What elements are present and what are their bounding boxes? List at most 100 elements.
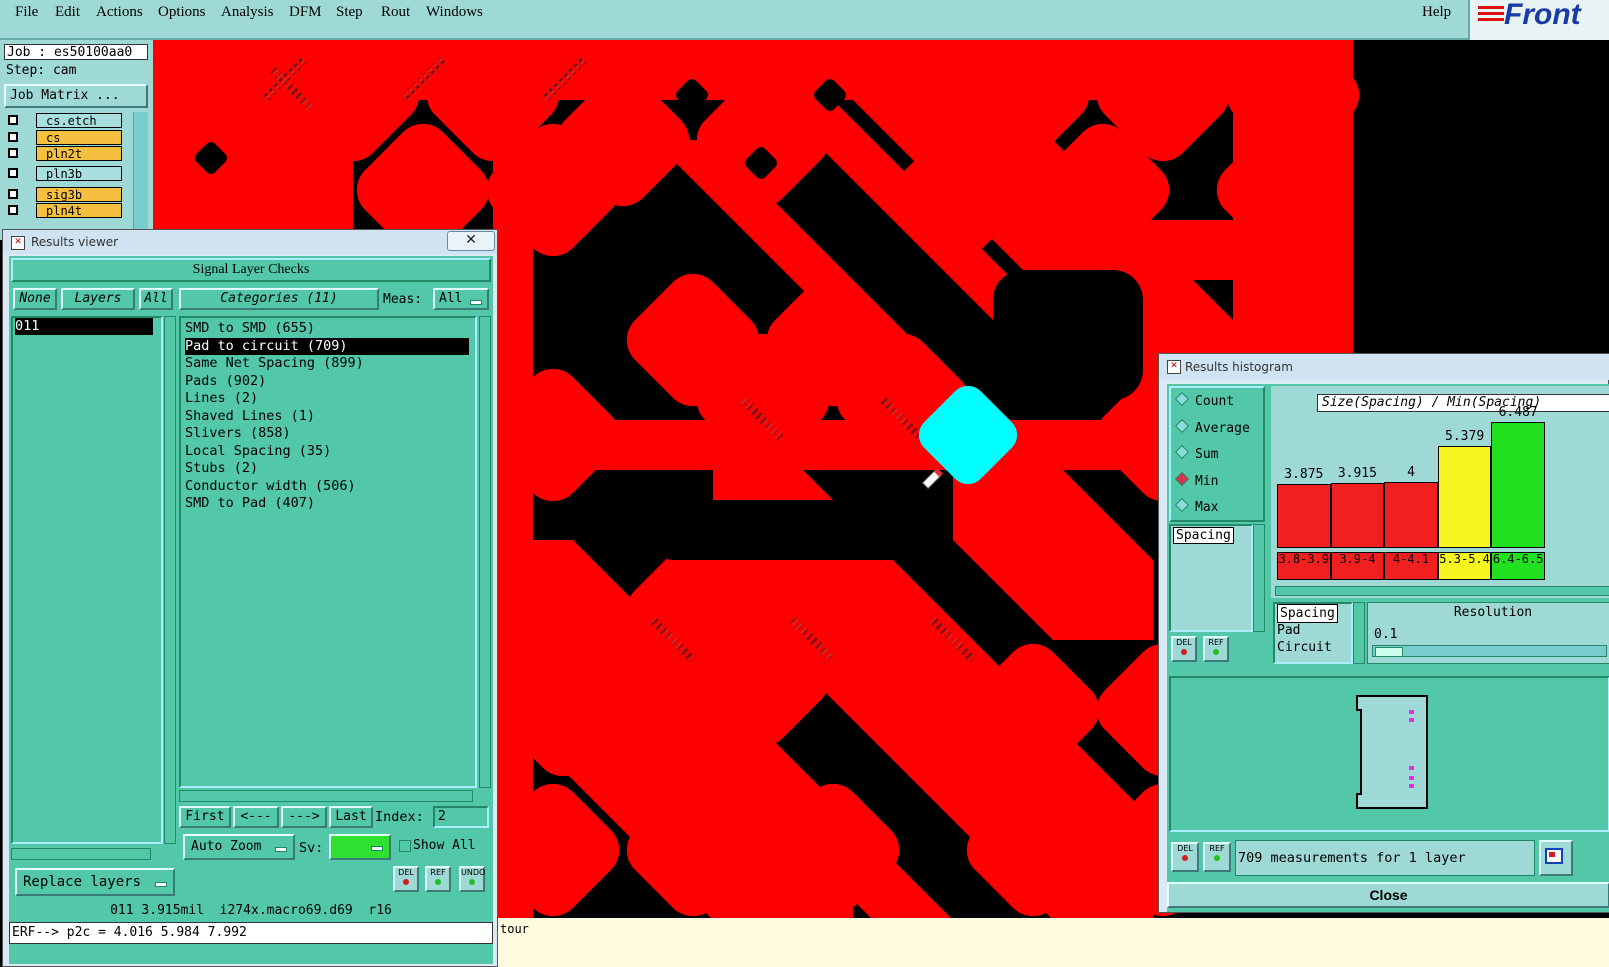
layer-checkbox[interactable] [8,189,18,199]
categories-scrollbar-v[interactable] [479,316,491,788]
attribute-item[interactable]: Pad [1277,622,1300,639]
export-icon[interactable] [1539,840,1573,876]
mode-radio-min[interactable]: Min [1174,471,1218,489]
layer-checkbox[interactable] [8,168,18,178]
all-layers-button[interactable]: All [139,288,173,310]
category-item[interactable]: Lines (2) [185,390,258,407]
menu-step[interactable]: Step [336,4,363,21]
layer-list-scrollbar[interactable] [133,112,148,242]
layer-row[interactable]: sig3b [6,187,122,203]
layer-row[interactable]: pln4t [6,203,122,219]
del-button[interactable]: DEL [393,866,419,892]
radio-diamond-icon [1174,471,1190,486]
layer-row[interactable]: pln2t [6,146,122,162]
layer-checkbox[interactable] [8,132,18,142]
histogram-bar[interactable] [1384,481,1438,548]
show-all-checkbox[interactable] [399,840,411,852]
bin-label[interactable]: 4-4.1 [1384,552,1438,580]
category-item[interactable]: Local Spacing (35) [185,443,331,460]
sv-color-dropdown[interactable] [329,834,391,860]
categories-button[interactable]: Categories (11) [179,288,379,310]
hist-ref-button[interactable]: REF [1203,636,1229,662]
meas-dropdown[interactable]: All [433,288,489,310]
radio-diamond-icon [1174,444,1190,460]
last-button[interactable]: Last [329,806,373,828]
none-button[interactable]: None [13,288,57,310]
layer-checkbox[interactable] [8,148,18,158]
category-item[interactable]: Shaved Lines (1) [185,408,315,425]
histogram-bar[interactable] [1437,446,1492,548]
layer-checkbox[interactable] [8,115,18,125]
bin-label[interactable]: 3.9-4 [1330,552,1385,580]
histogram-bar[interactable] [1330,483,1385,548]
layer-row[interactable]: pln3b [6,166,122,182]
undo-button[interactable]: UNDO [459,866,485,892]
menu-file[interactable]: File [15,4,38,21]
mode-radio-average[interactable]: Average [1174,418,1250,436]
resolution-slider-handle[interactable] [1375,647,1403,657]
bin-label[interactable]: 6.4-6.5 [1491,552,1545,580]
bin-label[interactable]: 5.3-5.4 [1437,552,1492,580]
auto-zoom-dropdown[interactable]: Auto Zoom [183,834,295,860]
category-item[interactable]: SMD to Pad (407) [185,495,315,512]
measurement-marker-icon [921,467,944,490]
category-item[interactable]: Slivers (858) [185,425,291,442]
category-item[interactable]: Pads (902) [185,373,266,390]
histogram-bar[interactable] [1277,484,1331,548]
menu-windows[interactable]: Windows [426,4,483,21]
menu-actions[interactable]: Actions [96,4,143,21]
menu-analysis[interactable]: Analysis [221,4,274,21]
histogram-titlebar[interactable]: ✕ Results histogram [1159,354,1609,380]
category-item[interactable]: Same Net Spacing (899) [185,355,364,372]
mode-label: Count [1195,394,1235,409]
replace-layers-dropdown[interactable]: Replace layers [15,868,175,896]
mode-radio-max[interactable]: Max [1174,497,1218,515]
layer-list-scrollbar-v[interactable] [164,316,176,844]
category-item[interactable]: Conductor width (506) [185,478,356,495]
mode-label: Sum [1195,447,1219,462]
spacing-list-scrollbar[interactable] [1253,524,1265,632]
mode-radio-count[interactable]: Count [1174,391,1235,409]
layer-row[interactable]: cs.etch [6,113,122,129]
layer-list-scrollbar-h[interactable] [11,848,151,860]
mode-radio-sum[interactable]: Sum [1174,444,1219,462]
results-viewer-close-icon[interactable]: ✕ [447,231,495,251]
prev-button[interactable]: <--- [233,806,279,828]
results-histogram-window: ✕ Results histogram Count Average Sum Min Ma… [1158,353,1609,913]
spacing-list-item[interactable]: Spacing [1173,527,1234,544]
layer-checkbox[interactable] [8,205,18,215]
del-icon [1182,855,1188,861]
category-item[interactable]: SMD to SMD (655) [185,320,315,337]
resolution-slider[interactable] [1372,645,1607,657]
attribute-item[interactable]: Spacing [1277,604,1338,623]
mode-label: Average [1195,420,1250,436]
bin-label[interactable]: 3.8-3.9 [1277,552,1331,580]
erf-line: ERF--> p2c = 4.016 5.984 7.992 [9,922,493,944]
dropdown-arrow-icon [155,882,167,887]
preview-ref-button[interactable]: REF [1203,842,1231,872]
hist-del-button[interactable]: DEL [1171,636,1197,662]
menu-rout[interactable]: Rout [381,4,410,21]
ref-button[interactable]: REF [425,866,451,892]
layer-list-item[interactable]: 011 [15,318,153,335]
close-button[interactable]: Close [1167,882,1609,908]
attribute-item[interactable]: Circuit [1277,639,1332,656]
menu-edit[interactable]: Edit [55,4,80,21]
menu-dfm[interactable]: DFM [289,4,322,21]
chart-scrollbar-h[interactable] [1275,586,1609,596]
categories-scrollbar-h[interactable] [179,790,473,802]
attribute-list-scrollbar[interactable] [1353,602,1365,664]
layers-button[interactable]: Layers [61,288,135,310]
histogram-bar[interactable] [1491,422,1545,548]
menu-help[interactable]: Help [1422,4,1451,21]
results-viewer-titlebar[interactable]: ✕ Results viewer ✕ [3,230,497,254]
index-input[interactable]: 2 [433,806,489,828]
layer-row[interactable]: cs [6,130,122,146]
next-button[interactable]: ---> [281,806,327,828]
category-item[interactable]: Pad to circuit (709) [185,337,469,355]
menu-options[interactable]: Options [158,4,206,21]
preview-del-button[interactable]: DEL [1171,842,1199,872]
category-item[interactable]: Stubs (2) [185,460,258,477]
job-matrix-button[interactable]: Job Matrix ... [4,84,148,108]
first-button[interactable]: First [179,806,231,828]
